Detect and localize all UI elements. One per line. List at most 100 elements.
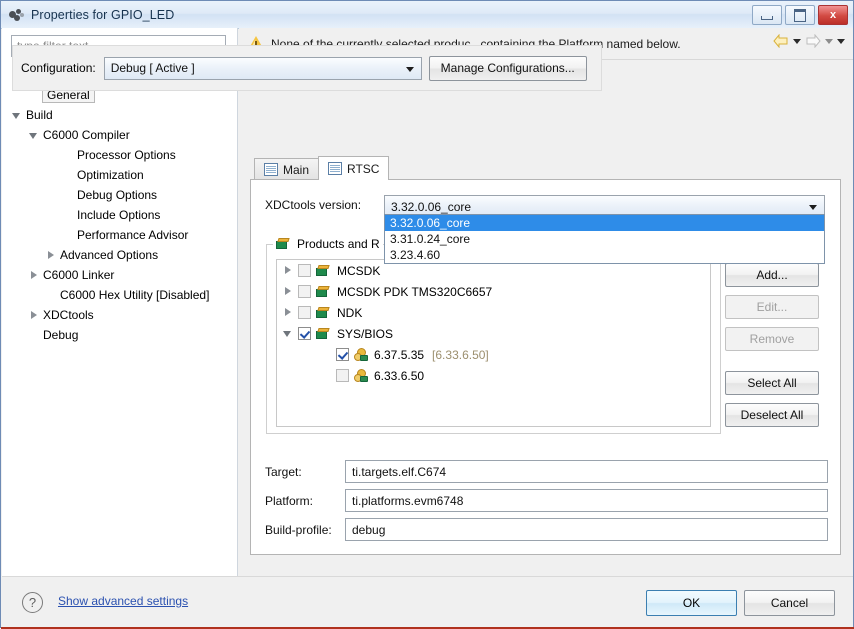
- product-row[interactable]: MCSDK PDK TMS320C6657: [277, 281, 710, 302]
- properties-icon: [8, 7, 26, 23]
- product-book-icon: [316, 285, 332, 298]
- product-label: 6.37.5.35: [374, 347, 425, 362]
- sidebar-item-xdctools[interactable]: XDCtools: [2, 305, 238, 325]
- sidebar-item-debug-options[interactable]: Debug Options: [2, 185, 238, 205]
- product-version-note: [6.33.6.50]: [432, 347, 489, 362]
- product-checkbox[interactable]: [298, 264, 311, 277]
- tree-closed-arrow-icon[interactable]: [283, 308, 292, 317]
- xdctools-version-option[interactable]: 3.31.0.24_core: [385, 231, 824, 247]
- ok-button[interactable]: OK: [646, 590, 737, 616]
- build-profile-row: Build-profile: debug: [265, 518, 828, 541]
- platform-label: Platform:: [265, 493, 314, 508]
- tab-main-label: Main: [283, 162, 310, 177]
- target-label: Target:: [265, 464, 302, 479]
- chevron-down-icon: [405, 66, 414, 72]
- build-profile-select[interactable]: debug: [345, 518, 828, 541]
- tab-rtsc[interactable]: RTSC: [318, 156, 390, 180]
- product-checkbox[interactable]: [298, 327, 311, 340]
- sidebar-item-processor-options[interactable]: Processor Options: [2, 145, 238, 165]
- tree-closed-arrow-icon[interactable]: [29, 270, 38, 280]
- platform-select[interactable]: ti.platforms.evm6748: [345, 489, 828, 512]
- deselect-all-button[interactable]: Deselect All: [725, 403, 819, 427]
- tree-closed-arrow-icon[interactable]: [283, 287, 292, 296]
- chevron-down-icon: [809, 205, 817, 210]
- target-row: Target: ti.targets.elf.C674: [265, 460, 828, 483]
- message-nav: [773, 34, 845, 48]
- tab-main[interactable]: Main: [254, 158, 320, 180]
- product-label: MCSDK PDK TMS320C6657: [337, 284, 493, 299]
- product-label: MCSDK: [337, 263, 381, 278]
- sidebar-item-performance-advisor[interactable]: Performance Advisor: [2, 225, 238, 245]
- forward-arrow-icon: [806, 34, 821, 48]
- xdctools-version-option[interactable]: 3.32.0.06_core: [385, 215, 824, 231]
- properties-dialog: Properties for GPIO_LED x type filter te…: [0, 0, 854, 629]
- product-book-icon: [316, 327, 332, 340]
- xdctools-version-label: XDCtools version:: [265, 198, 362, 212]
- settings-tree-pane: type filter text ResourceGeneralBuildC60…: [2, 28, 238, 576]
- close-button[interactable]: x: [818, 5, 848, 25]
- tab-strip: Main RTSC: [254, 156, 839, 180]
- rtsc-tab-icon: [328, 162, 343, 175]
- tree-open-arrow-icon[interactable]: [283, 329, 292, 338]
- tree-open-arrow-icon[interactable]: [12, 111, 21, 120]
- tree-open-arrow-icon[interactable]: [29, 131, 38, 140]
- product-checkbox[interactable]: [298, 306, 311, 319]
- sidebar-item-optimization[interactable]: Optimization: [2, 165, 238, 185]
- window-controls: x: [752, 5, 848, 25]
- back-arrow-icon[interactable]: [773, 34, 789, 48]
- main-tab-icon: [264, 163, 278, 176]
- sidebar-item-label: Advanced Options: [60, 248, 159, 262]
- sidebar-item-label: C6000 Hex Utility [Disabled]: [60, 288, 210, 302]
- products-group-title: Products and R: [273, 235, 383, 252]
- sidebar-item-c6000-hex-utility-disabled[interactable]: C6000 Hex Utility [Disabled]: [2, 285, 238, 305]
- product-checkbox[interactable]: [336, 369, 349, 382]
- tree-closed-arrow-icon[interactable]: [283, 266, 292, 275]
- sidebar-item-debug[interactable]: Debug: [2, 325, 238, 345]
- products-list[interactable]: MCSDK MCSDK PDK TMS320C6657 NDK SYS/BIOS 6.3…: [276, 259, 711, 427]
- sidebar-item-label: C6000 Linker: [43, 268, 115, 282]
- product-checkbox[interactable]: [336, 348, 349, 361]
- product-row[interactable]: NDK: [277, 302, 710, 323]
- minimize-button[interactable]: [752, 5, 782, 25]
- remove-button: Remove: [725, 327, 819, 351]
- show-advanced-settings-link[interactable]: Show advanced settings: [58, 594, 188, 608]
- select-all-button[interactable]: Select All: [725, 371, 819, 395]
- xdctools-version-dropdown[interactable]: 3.32.0.06_core 3.31.0.24_core 3.23.4.60: [384, 214, 825, 264]
- configuration-select[interactable]: Debug [ Active ]: [103, 56, 422, 80]
- product-row[interactable]: SYS/BIOS: [277, 323, 710, 344]
- sidebar-item-label: Debug Options: [77, 188, 158, 202]
- forward-history-chevron-down-icon[interactable]: [825, 38, 833, 44]
- tree-closed-arrow-icon[interactable]: [46, 250, 55, 260]
- sidebar-item-c6000-compiler[interactable]: C6000 Compiler: [2, 125, 238, 145]
- version-gear-icon: [354, 347, 369, 362]
- product-checkbox[interactable]: [298, 285, 311, 298]
- help-icon[interactable]: ?: [22, 592, 43, 613]
- sidebar-item-label: Performance Advisor: [77, 228, 189, 242]
- product-row[interactable]: 6.33.6.50: [277, 365, 710, 386]
- tree-closed-arrow-icon[interactable]: [29, 310, 38, 320]
- message-menu-chevron-down-icon[interactable]: [837, 38, 845, 44]
- sidebar-item-build[interactable]: Build: [2, 105, 238, 125]
- add-button[interactable]: Add...: [725, 263, 819, 287]
- target-input[interactable]: ti.targets.elf.C674: [345, 460, 828, 483]
- maximize-button[interactable]: [785, 5, 815, 25]
- cancel-button[interactable]: Cancel: [744, 590, 835, 616]
- product-row[interactable]: 6.37.5.35 [6.33.6.50]: [277, 344, 710, 365]
- settings-tree: ResourceGeneralBuildC6000 CompilerProces…: [2, 65, 238, 345]
- sidebar-item-include-options[interactable]: Include Options: [2, 205, 238, 225]
- configuration-group: Configuration: Debug [ Active ] Manage C…: [12, 45, 602, 91]
- xdctools-version-option[interactable]: 3.23.4.60: [385, 247, 824, 263]
- sidebar-item-c6000-linker[interactable]: C6000 Linker: [2, 265, 238, 285]
- back-history-chevron-down-icon[interactable]: [793, 38, 801, 44]
- build-profile-label: Build-profile:: [265, 522, 332, 537]
- manage-configurations-button[interactable]: Manage Configurations...: [428, 55, 587, 81]
- sidebar-item-advanced-options[interactable]: Advanced Options: [2, 245, 238, 265]
